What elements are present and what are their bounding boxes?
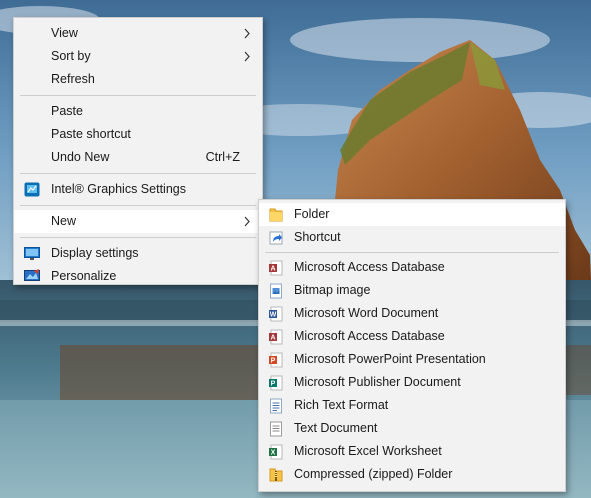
- access-icon: A: [269, 260, 283, 276]
- menu-item-label: Shortcut: [294, 230, 341, 244]
- svg-text:P: P: [271, 358, 276, 365]
- menu-item-label: View: [51, 26, 78, 40]
- powerpoint-icon: P: [269, 352, 283, 368]
- menu-item-label: Microsoft PowerPoint Presentation: [294, 352, 486, 366]
- new-submenu: Folder Shortcut A Microsoft Access Datab…: [258, 199, 566, 492]
- menu-item-label: Microsoft Word Document: [294, 306, 439, 320]
- menu-item-personalize[interactable]: Personalize: [14, 265, 262, 288]
- menu-item-label: Microsoft Access Database: [294, 260, 445, 274]
- new-item-access-database[interactable]: A Microsoft Access Database: [259, 256, 565, 279]
- menu-item-label: Microsoft Access Database: [294, 329, 445, 343]
- access-icon: A: [269, 329, 283, 345]
- menu-item-label: Undo New: [51, 150, 110, 164]
- new-item-compressed-folder[interactable]: Compressed (zipped) Folder: [259, 463, 565, 486]
- menu-item-label: Microsoft Publisher Document: [294, 375, 461, 389]
- word-icon: W: [269, 306, 283, 322]
- personalize-icon: [24, 269, 40, 281]
- menu-item-undo-new[interactable]: Undo New Ctrl+Z: [14, 146, 262, 169]
- menu-item-view[interactable]: View: [14, 22, 262, 45]
- menu-item-label: Display settings: [51, 246, 139, 260]
- desktop-context-menu: View Sort by Refresh Paste Paste shortcu…: [13, 17, 263, 285]
- menu-item-intel-graphics-settings[interactable]: Intel® Graphics Settings: [14, 178, 262, 201]
- menu-item-display-settings[interactable]: Display settings: [14, 242, 262, 265]
- new-item-excel-worksheet[interactable]: X Microsoft Excel Worksheet: [259, 440, 565, 463]
- menu-item-label: Microsoft Excel Worksheet: [294, 444, 442, 458]
- menu-item-refresh[interactable]: Refresh: [14, 68, 262, 91]
- intel-graphics-icon: [24, 182, 40, 197]
- new-item-powerpoint-presentation[interactable]: P Microsoft PowerPoint Presentation: [259, 348, 565, 371]
- menu-separator: [20, 173, 256, 174]
- svg-text:P: P: [271, 381, 276, 388]
- svg-text:A: A: [270, 335, 275, 342]
- bitmap-icon: [270, 283, 282, 299]
- menu-item-paste[interactable]: Paste: [14, 100, 262, 123]
- shortcut-icon: [269, 231, 283, 245]
- menu-item-paste-shortcut[interactable]: Paste shortcut: [14, 123, 262, 146]
- menu-separator: [20, 95, 256, 96]
- folder-icon: [269, 208, 283, 222]
- new-item-word-document[interactable]: W Microsoft Word Document: [259, 302, 565, 325]
- menu-separator: [20, 205, 256, 206]
- svg-text:A: A: [270, 266, 275, 273]
- menu-item-label: Intel® Graphics Settings: [51, 182, 186, 196]
- menu-item-label: Refresh: [51, 72, 95, 86]
- menu-item-label: Bitmap image: [294, 283, 371, 297]
- new-item-publisher-document[interactable]: P Microsoft Publisher Document: [259, 371, 565, 394]
- new-item-rich-text-format[interactable]: Rich Text Format: [259, 394, 565, 417]
- chevron-right-icon: [244, 216, 250, 227]
- menu-item-label: Paste: [51, 104, 83, 118]
- menu-separator: [20, 237, 256, 238]
- rich-text-icon: [270, 398, 282, 414]
- menu-item-label: Sort by: [51, 49, 91, 63]
- publisher-icon: P: [269, 375, 283, 391]
- menu-item-label: Rich Text Format: [294, 398, 389, 412]
- menu-item-label: Text Document: [294, 421, 378, 435]
- text-document-icon: [270, 421, 282, 437]
- svg-text:W: W: [270, 312, 277, 319]
- menu-item-label: Personalize: [51, 269, 117, 283]
- menu-separator: [265, 252, 559, 253]
- menu-item-label: Compressed (zipped) Folder: [294, 467, 453, 481]
- svg-text:X: X: [271, 450, 276, 457]
- menu-item-label: New: [51, 214, 77, 228]
- menu-item-label: Folder: [294, 207, 330, 221]
- new-item-bitmap-image[interactable]: Bitmap image: [259, 279, 565, 302]
- chevron-right-icon: [244, 51, 250, 62]
- new-item-access-database-2[interactable]: A Microsoft Access Database: [259, 325, 565, 348]
- new-item-shortcut[interactable]: Shortcut: [259, 226, 565, 249]
- excel-icon: X: [269, 444, 283, 460]
- zip-folder-icon: [269, 468, 283, 482]
- new-item-folder[interactable]: Folder: [259, 203, 565, 226]
- new-item-text-document[interactable]: Text Document: [259, 417, 565, 440]
- keyboard-shortcut: Ctrl+Z: [205, 150, 240, 164]
- display-settings-icon: [24, 247, 40, 260]
- menu-item-sort-by[interactable]: Sort by: [14, 45, 262, 68]
- menu-item-label: Paste shortcut: [51, 127, 131, 141]
- menu-item-new[interactable]: New: [14, 210, 262, 233]
- chevron-right-icon: [244, 28, 250, 39]
